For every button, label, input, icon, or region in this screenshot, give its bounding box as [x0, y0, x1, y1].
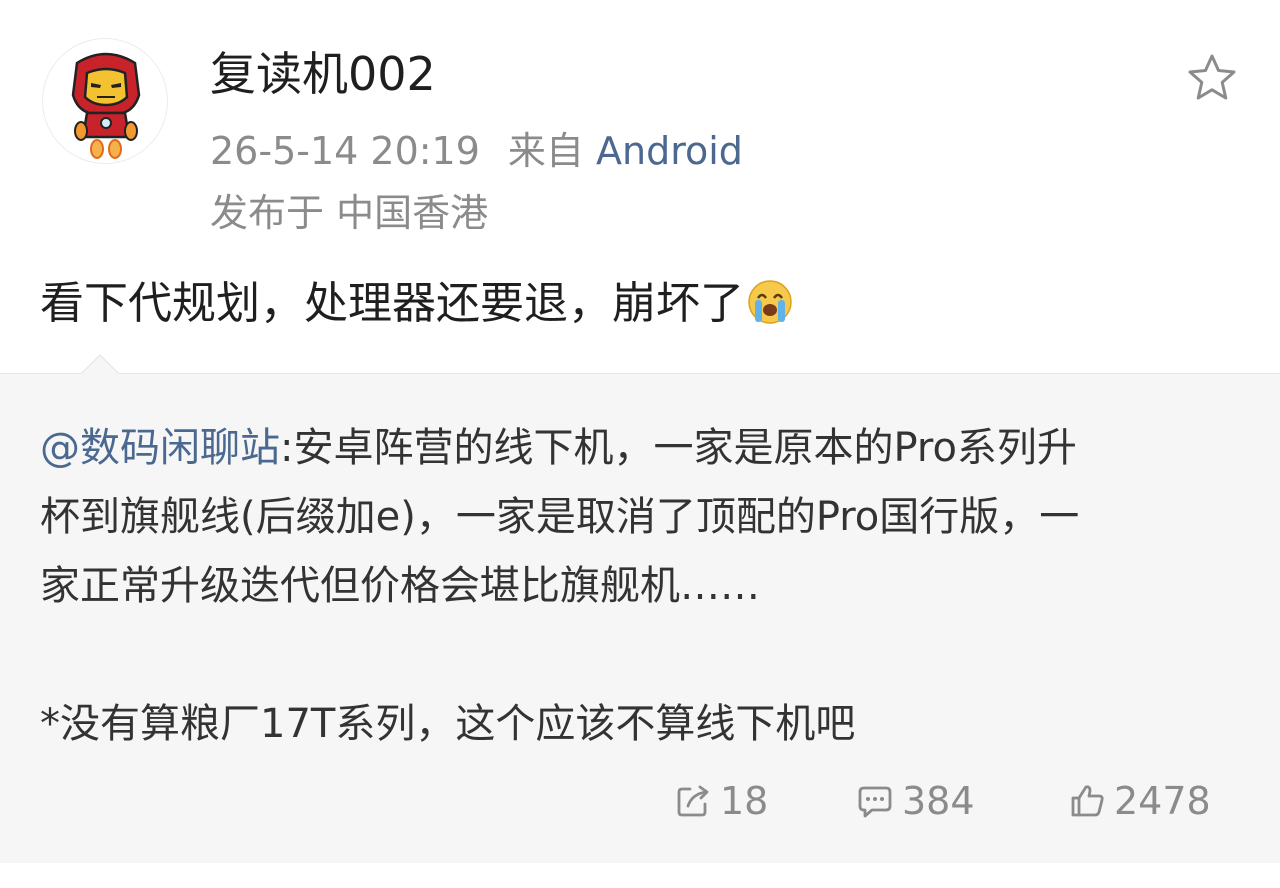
- repost-text-line2: 杯到旗舰线(后缀加e)，一家是取消了顶配的Pro国行版，一: [40, 494, 1080, 540]
- post-time: 26-5-14 20:19: [210, 129, 480, 173]
- favorite-button[interactable]: [1184, 50, 1240, 106]
- repost-body: @数码闲聊站:安卓阵营的线下机，一家是原本的Pro系列升 杯到旗舰线(后缀加e)…: [40, 414, 1250, 759]
- repost-count: 18: [720, 779, 769, 823]
- comment-count: 384: [902, 779, 975, 823]
- bottom-spacer: [0, 863, 1280, 888]
- crying-face-icon: [746, 278, 794, 326]
- star-outline-icon: [1188, 54, 1236, 100]
- post-text-content: 看下代规划，处理器还要退，崩坏了: [40, 278, 744, 329]
- thumbs-up-icon: [1071, 785, 1104, 817]
- post-text: 看下代规划，处理器还要退，崩坏了: [40, 276, 794, 332]
- repost-card[interactable]: @数码闲聊站:安卓阵营的线下机，一家是原本的Pro系列升 杯到旗舰线(后缀加e)…: [0, 354, 1280, 864]
- author-name[interactable]: 复读机002: [210, 46, 436, 102]
- share-icon: [677, 785, 709, 817]
- repost-footnote: *没有算粮厂17T系列，这个应该不算线下机吧: [40, 701, 856, 747]
- mention-link[interactable]: @数码闲聊站: [40, 425, 280, 471]
- like-count: 2478: [1114, 779, 1211, 823]
- like-button[interactable]: 2478: [1068, 776, 1211, 826]
- repost-text-line1: :安卓阵营的线下机，一家是原本的Pro系列升: [280, 425, 1077, 471]
- post-meta: 26-5-14 20:19 来自 Android: [210, 128, 743, 174]
- iron-man-avatar-icon: [71, 52, 141, 159]
- repost-button[interactable]: 18: [674, 776, 768, 826]
- action-bar: 18 384 2478: [0, 776, 1280, 826]
- avatar[interactable]: [42, 38, 168, 164]
- comment-icon: [858, 786, 892, 818]
- source-app-link[interactable]: Android: [596, 129, 743, 173]
- source-prefix: 来自: [507, 129, 584, 173]
- comment-button[interactable]: 384: [856, 776, 975, 826]
- repost-text-line3: 家正常升级迭代但价格会堪比旗舰机……: [40, 563, 760, 609]
- post-location: 发布于 中国香港: [210, 191, 489, 235]
